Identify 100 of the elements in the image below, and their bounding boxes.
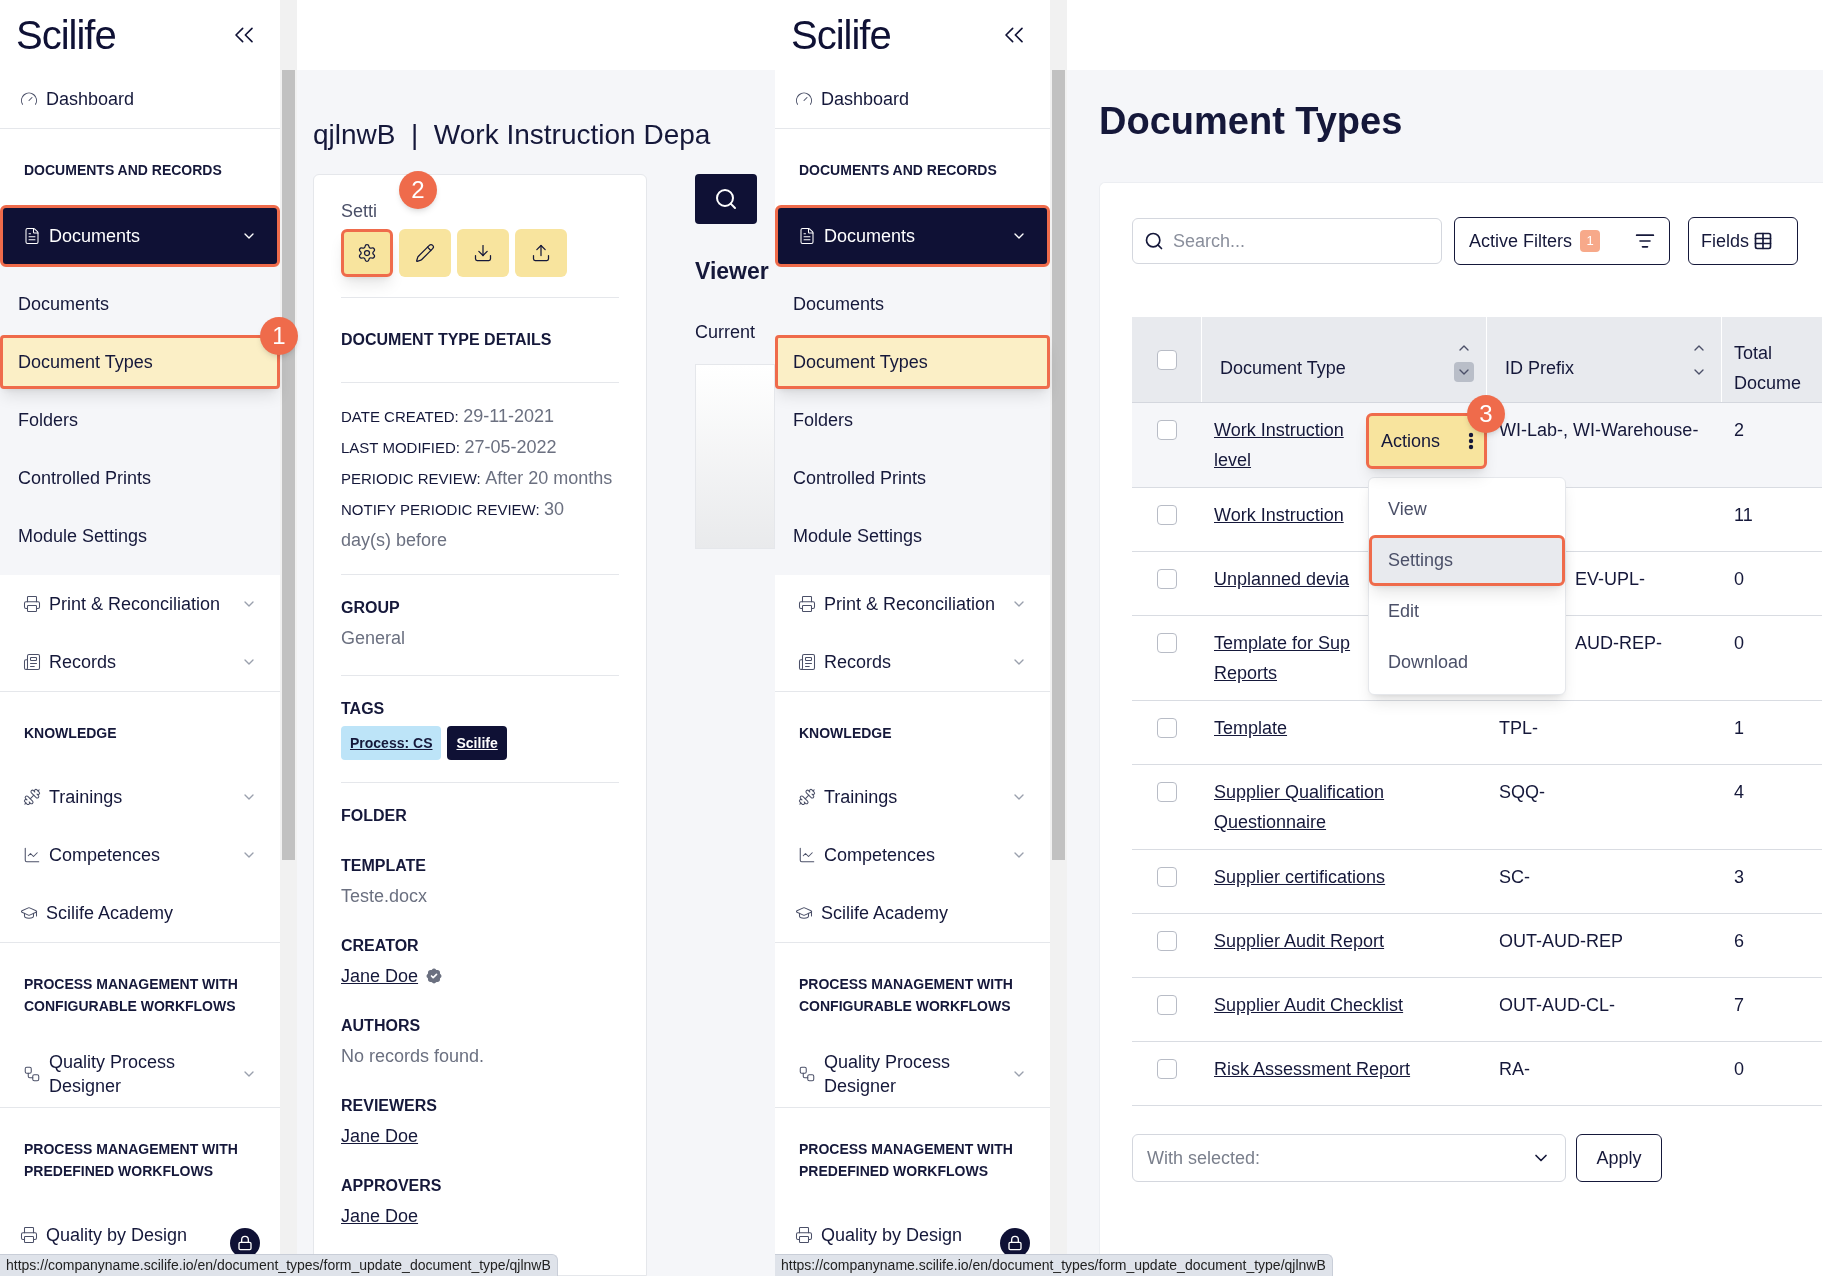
checkbox[interactable] — [1157, 505, 1177, 525]
checkbox[interactable] — [1157, 718, 1177, 738]
submenu-item[interactable]: Controlled Prints — [775, 451, 1050, 505]
sidebar-menu-item[interactable]: Quality Process Designer — [775, 1041, 1050, 1107]
toolbar-button[interactable] — [341, 229, 393, 277]
person-link[interactable]: Jane Doe — [341, 961, 419, 991]
viewer-label: Current — [695, 320, 757, 344]
item-icon — [23, 595, 41, 613]
sidebar-link[interactable]: Quality by Design — [795, 1221, 963, 1249]
tag-link[interactable]: Scilife — [447, 726, 507, 760]
item-icon — [798, 1065, 816, 1083]
person-link[interactable]: Jane Doe — [341, 1201, 419, 1231]
filters-button[interactable]: Active Filters 1 — [1454, 217, 1670, 265]
item-icon — [20, 1226, 38, 1244]
column-header: Document Type — [1220, 356, 1347, 380]
document-type-link[interactable]: Supplier Audit Report — [1214, 926, 1454, 956]
id-prefix-cell-text: SC- — [1499, 866, 1531, 889]
checkbox[interactable] — [1156, 349, 1177, 370]
checkbox[interactable] — [1157, 867, 1177, 887]
document-type-link[interactable]: Template — [1214, 713, 1454, 743]
sidebar-link[interactable]: Scilife Academy — [20, 899, 174, 927]
search-field[interactable]: Search... — [1132, 218, 1442, 264]
document-type-link[interactable]: Supplier Qualification Questionnaire — [1214, 777, 1454, 837]
section-heading: PROCESS MANAGEMENT WITH CONFIGURABLE WORKFLOWS — [799, 975, 1014, 1016]
checkbox[interactable] — [1157, 1059, 1177, 1079]
id-prefix-cell-text: OUT-AUD-CL- — [1499, 994, 1616, 1017]
sidebar-menu-item[interactable]: Records — [0, 633, 280, 691]
id-prefix-cell-text: RA- — [1499, 1058, 1531, 1081]
sidebar-menu-item[interactable]: Print & Reconciliation — [0, 575, 280, 633]
sidebar-link[interactable]: Dashboard — [20, 85, 135, 113]
menu-item[interactable]: View — [1369, 484, 1565, 535]
search-button[interactable] — [695, 174, 757, 224]
total-cell: 0 — [1734, 569, 1744, 589]
document-type-link[interactable]: Work Instruction level — [1214, 415, 1366, 475]
tag-link[interactable]: Process: CS — [341, 726, 442, 760]
sidebar-menu-item[interactable]: Documents — [0, 205, 280, 267]
total-cell: 6 — [1734, 931, 1744, 951]
search-icon — [714, 187, 738, 211]
tool-icon — [473, 243, 493, 263]
submenu-item[interactable]: Module Settings — [0, 509, 280, 563]
menu-item[interactable]: Download — [1369, 637, 1565, 688]
document-type-link[interactable]: Risk Assessment Report — [1214, 1054, 1454, 1084]
sidebar-menu-item[interactable]: Quality Process Designer — [0, 1041, 280, 1107]
document-type-link[interactable]: Supplier certifications — [1214, 862, 1454, 892]
document-type-link[interactable]: Unplanned devia — [1214, 564, 1366, 594]
sidebar-menu-item[interactable]: Competences — [775, 826, 1050, 884]
person-link[interactable]: Jane Doe — [341, 1121, 419, 1151]
checkbox[interactable] — [1157, 995, 1177, 1015]
field-label: TAGS — [341, 699, 386, 719]
logo[interactable]: Scilife — [791, 15, 891, 55]
sidebar-menu-item[interactable]: Competences — [0, 826, 280, 884]
page-title: qjlnwB | Work Instruction Depa — [312, 118, 712, 152]
sidebar-menu-item[interactable]: Trainings — [775, 768, 1050, 826]
sidebar-menu-item[interactable]: Print & Reconciliation — [775, 575, 1050, 633]
id-prefix-cell-text: OUT-AUD-REP — [1499, 930, 1624, 953]
total-cell: 0 — [1734, 633, 1744, 653]
submenu-item[interactable]: Document Types — [775, 335, 1050, 389]
section-heading: PROCESS MANAGEMENT WITH CONFIGURABLE WORKFLOWS — [24, 975, 239, 1016]
submenu-item[interactable]: Folders — [0, 393, 280, 447]
sidebar-link[interactable]: Scilife Academy — [795, 899, 949, 927]
fields-button[interactable]: Fields — [1688, 217, 1798, 265]
checkbox[interactable] — [1157, 782, 1177, 802]
checkbox[interactable] — [1157, 569, 1177, 589]
item-icon — [798, 846, 816, 864]
logo[interactable]: Scilife — [16, 15, 116, 55]
bulk-action-select[interactable]: With selected: — [1132, 1134, 1566, 1182]
sidebar-link[interactable]: Quality by Design — [20, 1221, 188, 1249]
sidebar-menu-item[interactable]: Records — [775, 633, 1050, 691]
field-label: FOLDER — [341, 806, 408, 826]
toolbar-button[interactable] — [515, 229, 567, 277]
total-cell: 3 — [1734, 867, 1744, 887]
sidebar-menu-item[interactable]: Trainings — [0, 768, 280, 826]
field-label: GROUP — [341, 598, 401, 618]
menu-item[interactable]: Settings — [1369, 535, 1565, 586]
item-icon — [798, 595, 816, 613]
submenu-item[interactable]: Documents — [775, 277, 1050, 331]
document-type-link[interactable]: Supplier Audit Checklist — [1214, 990, 1454, 1020]
menu-item[interactable]: Edit — [1369, 586, 1565, 637]
toolbar-button[interactable] — [399, 229, 451, 277]
submenu-item[interactable]: Module Settings — [775, 509, 1050, 563]
document-type-link[interactable]: Work Instruction — [1214, 500, 1366, 530]
checkbox[interactable] — [1157, 931, 1177, 951]
submenu-item[interactable]: Folders — [775, 393, 1050, 447]
item-icon — [795, 90, 813, 108]
document-type-link[interactable]: Template for Sup Reports — [1214, 628, 1366, 688]
checkbox[interactable] — [1157, 420, 1177, 440]
table-icon — [1753, 231, 1773, 251]
scrollbar[interactable] — [1052, 70, 1065, 860]
field-value: Teste.docx — [341, 885, 429, 908]
submenu-item[interactable]: Controlled Prints — [0, 451, 280, 505]
checkbox[interactable] — [1157, 633, 1177, 653]
item-icon — [798, 788, 816, 806]
more-icon — [1468, 432, 1474, 450]
section-heading: DOCUMENT TYPE DETAILS — [341, 298, 619, 383]
toolbar-button[interactable] — [457, 229, 509, 277]
item-icon — [23, 1065, 41, 1083]
id-prefix-cell-text: EV-UPL- — [1575, 568, 1647, 591]
sidebar-link[interactable]: Dashboard — [795, 85, 910, 113]
apply-button[interactable]: Apply — [1576, 1134, 1662, 1182]
sidebar-menu-item[interactable]: Documents — [775, 205, 1050, 267]
